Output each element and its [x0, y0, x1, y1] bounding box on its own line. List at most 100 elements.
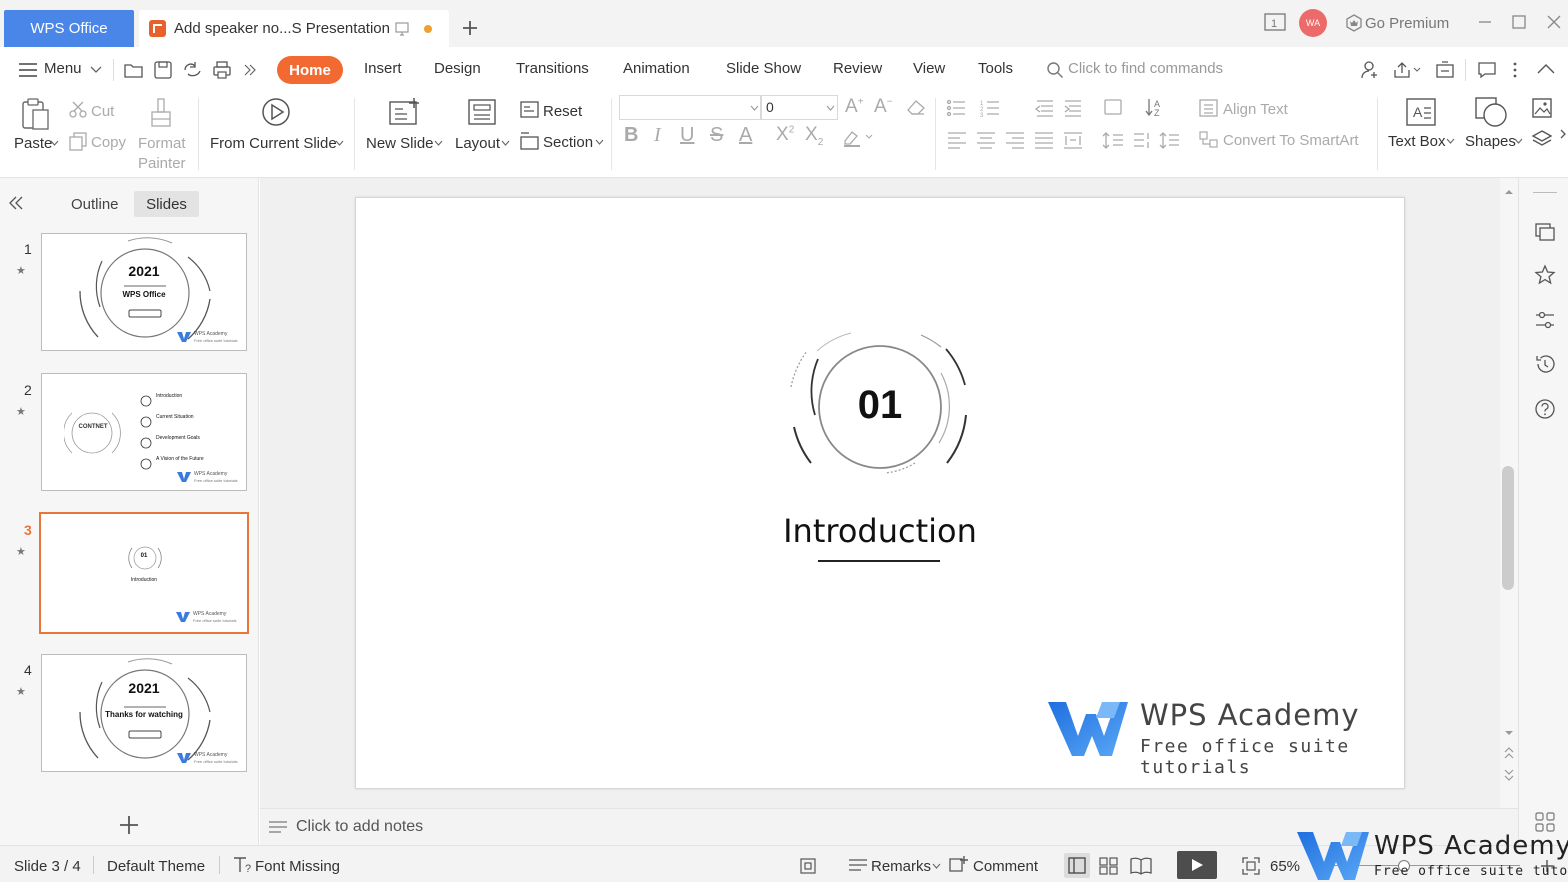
chevron-down-icon[interactable] [90, 65, 102, 75]
eraser-icon[interactable] [905, 98, 927, 116]
paste-icon[interactable] [20, 96, 52, 132]
history-icon[interactable] [1534, 353, 1556, 375]
underline-icon[interactable]: U [680, 124, 694, 147]
shapes-icon[interactable] [1474, 96, 1510, 128]
scrollbar-thumb[interactable] [1502, 466, 1514, 590]
next-slide-icon[interactable] [1504, 768, 1514, 782]
go-premium-link[interactable]: Go Premium [1365, 15, 1449, 32]
slide-sorter-icon[interactable] [1099, 857, 1119, 875]
wps-office-tab[interactable]: WPS Office [4, 10, 134, 47]
current-slide[interactable]: 01 Introduction WPS Academy Free office … [355, 197, 1405, 789]
from-current-slide-button[interactable]: From Current Slide [210, 135, 337, 152]
slide-thumbnail-1[interactable]: 2021 WPS Office WPS Academy Free office … [41, 233, 247, 351]
layout-icon[interactable] [467, 98, 497, 126]
new-slide-icon[interactable] [388, 97, 422, 127]
hamburger-menu-icon[interactable] [18, 62, 38, 78]
chevron-down-icon[interactable] [501, 140, 510, 147]
subscript-icon[interactable]: X2 [805, 124, 823, 148]
remarks-button[interactable]: Remarks [871, 858, 931, 875]
more-vertical-icon[interactable] [1509, 61, 1521, 79]
tab-design[interactable]: Design [434, 60, 481, 77]
tab-review[interactable]: Review [833, 60, 882, 77]
text-direction-icon[interactable]: AZ [1144, 96, 1174, 118]
tab-outline[interactable]: Outline [71, 196, 119, 213]
ribbon-scroll-right-icon[interactable] [1559, 128, 1567, 140]
bold-icon[interactable]: B [624, 124, 638, 147]
layout-button[interactable]: Layout [455, 135, 500, 152]
reading-view-icon[interactable] [1130, 857, 1152, 875]
maximize-icon[interactable] [1511, 14, 1527, 30]
new-slide-button[interactable]: New Slide [366, 135, 434, 152]
slide-thumbnail-3[interactable]: 01 Introduction WPS Academy Free office … [39, 512, 249, 634]
print-icon[interactable] [212, 60, 232, 80]
notes-placeholder[interactable]: Click to add notes [296, 818, 423, 836]
shapes-button[interactable]: Shapes [1465, 133, 1516, 150]
slide-transition-icon[interactable] [1534, 220, 1556, 242]
tab-tools[interactable]: Tools [978, 60, 1013, 77]
alignment-icons[interactable] [946, 130, 1196, 150]
text-box-icon[interactable]: A [1405, 97, 1437, 127]
slide-number-heading[interactable]: 01 [356, 383, 1404, 428]
share-export-icon[interactable] [1393, 60, 1421, 80]
slide-thumbnail-4[interactable]: 2021 Thanks for watching WPS Academy Fre… [41, 654, 247, 772]
play-slideshow-button[interactable] [1177, 851, 1217, 879]
font-size-select[interactable]: 0 [761, 95, 838, 120]
chevron-down-icon[interactable] [1446, 138, 1455, 145]
play-slideshow-icon[interactable] [261, 97, 291, 127]
tab-slides[interactable]: Slides [134, 191, 199, 217]
align-text-button[interactable]: Align Text [1223, 101, 1288, 118]
section-icon[interactable] [519, 131, 541, 151]
decrease-font-icon[interactable]: A− [874, 96, 893, 118]
normal-view-button[interactable] [1064, 853, 1090, 878]
new-tab-plus-icon[interactable] [461, 19, 479, 37]
minimize-icon[interactable] [1477, 14, 1493, 30]
export-pdf-icon[interactable] [182, 60, 204, 80]
highlight-icon[interactable] [842, 128, 874, 148]
document-tab[interactable]: Add speaker no...S Presentation [139, 10, 449, 47]
chevron-down-icon[interactable] [50, 140, 59, 147]
tab-home[interactable]: Home [277, 56, 343, 84]
font-name-select[interactable] [619, 95, 761, 120]
menu-button[interactable]: Menu [44, 60, 82, 77]
paste-button[interactable]: Paste [14, 135, 52, 152]
scroll-down-icon[interactable] [1504, 730, 1514, 737]
paragraph-list-icons[interactable]: 123 [945, 98, 1125, 118]
picture-icon[interactable] [1531, 97, 1553, 119]
fit-slide-icon[interactable] [799, 857, 817, 875]
reset-button[interactable]: Reset [543, 103, 582, 120]
monitor-icon[interactable] [394, 21, 410, 37]
command-search-input[interactable]: Click to find commands [1068, 60, 1223, 77]
vertical-scrollbar[interactable] [1500, 178, 1518, 808]
window-count-icon[interactable]: 1 [1263, 12, 1287, 32]
superscript-icon[interactable]: X2 [776, 124, 794, 146]
chevron-down-icon[interactable] [434, 140, 443, 147]
tab-transitions[interactable]: Transitions [516, 60, 589, 77]
collaborate-icon[interactable] [1435, 60, 1455, 80]
previous-slide-icon[interactable] [1504, 746, 1514, 760]
search-icon[interactable] [1046, 61, 1064, 79]
font-missing-button[interactable]: Font Missing [255, 858, 340, 875]
scroll-up-icon[interactable] [1504, 188, 1514, 195]
share-user-icon[interactable] [1360, 60, 1380, 80]
more-chevrons-icon[interactable] [243, 63, 257, 77]
increase-font-icon[interactable]: A+ [845, 96, 864, 118]
comment-bubble-icon[interactable] [1477, 61, 1497, 79]
help-icon[interactable] [1534, 398, 1556, 420]
close-icon[interactable] [1546, 14, 1562, 30]
font-color-icon[interactable]: A [739, 124, 752, 147]
tab-view[interactable]: View [913, 60, 945, 77]
animation-star-icon[interactable] [1534, 264, 1556, 286]
theme-name[interactable]: Default Theme [107, 858, 205, 875]
copy-button[interactable]: Copy [91, 134, 126, 151]
layers-icon[interactable] [1531, 129, 1553, 149]
cut-button[interactable]: Cut [91, 103, 114, 120]
tab-animation[interactable]: Animation [623, 60, 690, 77]
chevron-down-icon[interactable] [932, 863, 941, 870]
section-button[interactable]: Section [543, 134, 593, 151]
user-avatar[interactable]: WA [1299, 9, 1327, 37]
reset-icon[interactable] [519, 100, 541, 120]
chevron-down-icon[interactable] [595, 139, 604, 146]
add-slide-plus-icon[interactable] [118, 814, 140, 836]
save-icon[interactable] [153, 60, 173, 80]
tab-slide-show[interactable]: Slide Show [726, 60, 801, 77]
